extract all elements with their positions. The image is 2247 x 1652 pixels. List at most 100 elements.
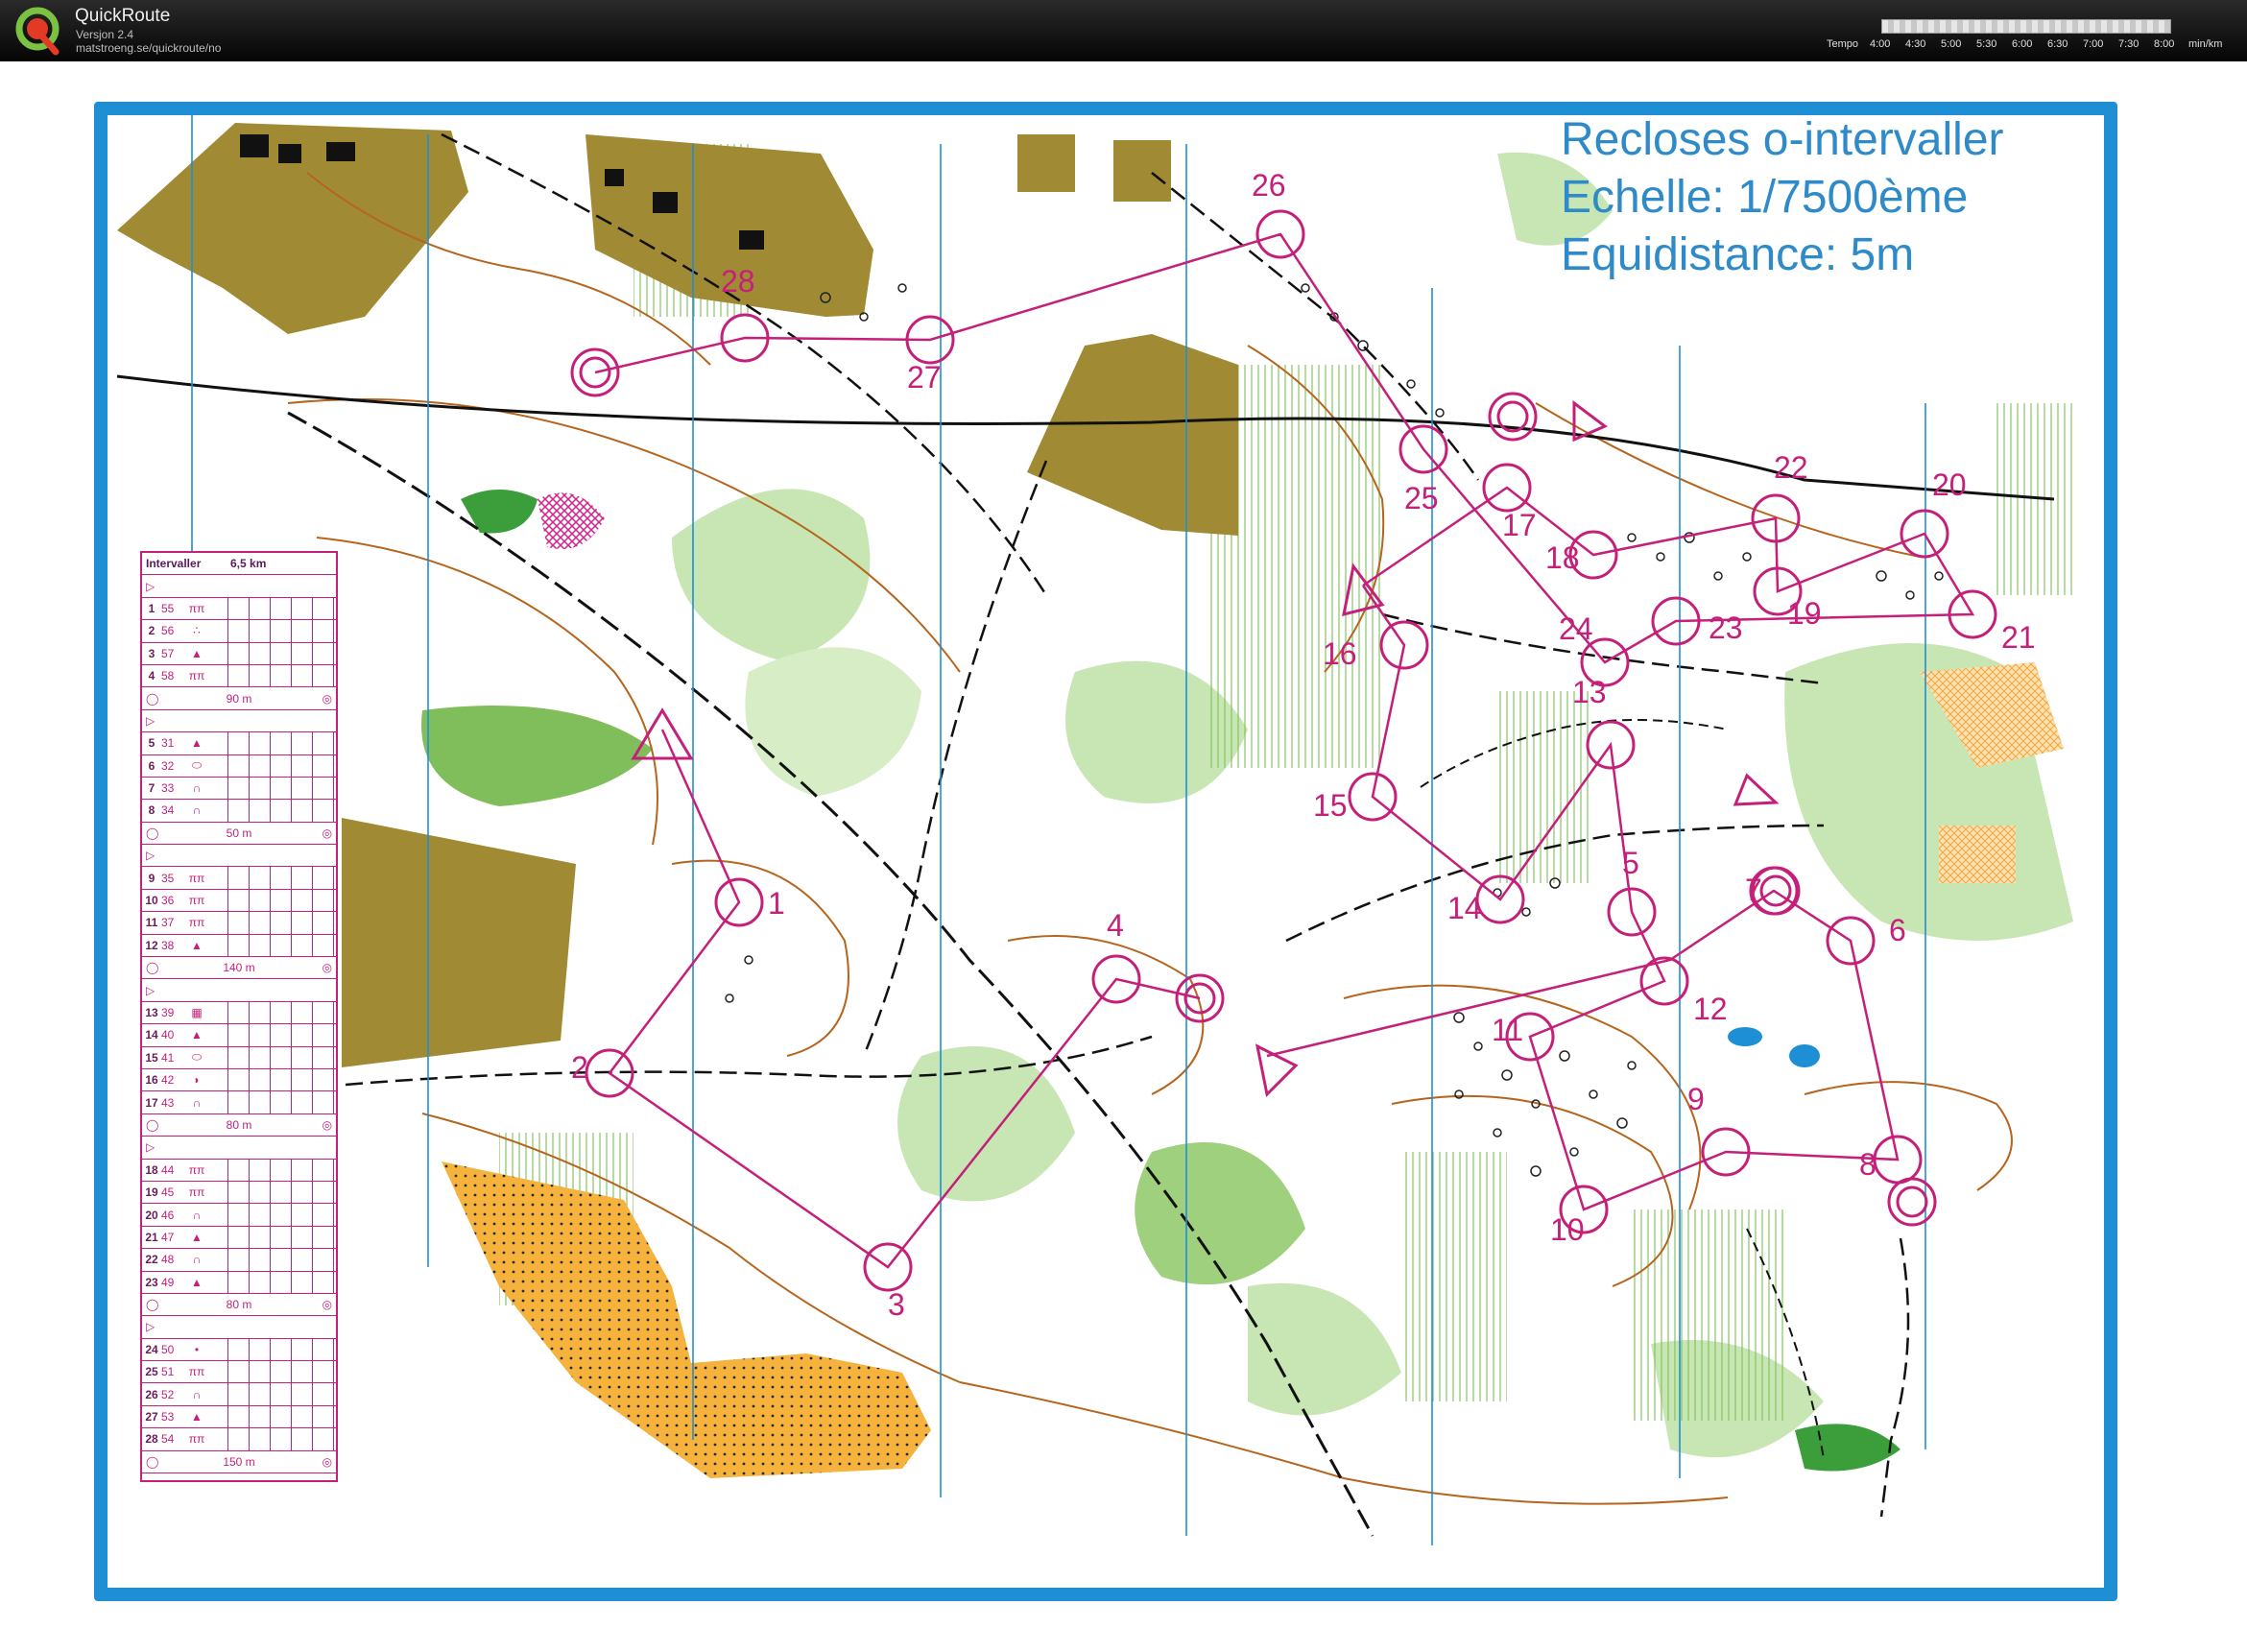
control-number-label: 14 — [1447, 891, 1482, 925]
knoll-symbol-icon: ∩ — [192, 1208, 202, 1222]
start-triangle-icon: ▷ — [146, 983, 155, 997]
map-title: Recloses o-intervaller Echelle: 1/7500èm… — [1561, 111, 2004, 284]
knoll-symbol-icon: ∩ — [192, 781, 202, 796]
control-code: 46 — [161, 1208, 175, 1222]
control-number-label: 15 — [1313, 788, 1348, 823]
control-number: 1 — [148, 601, 155, 615]
control-number-label: 8 — [1859, 1147, 1876, 1182]
control-number-label: 1 — [768, 886, 785, 921]
finish-distance-row: ◯ 140 m ◎ — [142, 957, 336, 980]
finish-icon: ◎ — [322, 1454, 332, 1469]
control-number: 20 — [145, 1208, 158, 1222]
app-header: QuickRoute Versjon 2.4 matstroeng.se/qui… — [0, 0, 2247, 61]
wall-symbol-icon: ππ — [188, 1162, 205, 1177]
control-number-label: 23 — [1709, 611, 1743, 645]
orienteering-map[interactable]: 1234567891011121314151617181920212223242… — [108, 115, 2104, 1588]
card-grid-cells — [207, 1181, 336, 1204]
control-code: 35 — [161, 871, 175, 885]
control-row: 22 48 ∩ — [142, 1249, 336, 1272]
control-number: 21 — [145, 1230, 158, 1244]
card-grid-cells — [207, 642, 336, 664]
finish-distance-row: ◯ 80 m ◎ — [142, 1114, 336, 1137]
control-number: 4 — [148, 669, 155, 683]
marked-route-icon: ◯ — [146, 961, 159, 975]
wall-symbol-icon: ππ — [188, 1185, 205, 1200]
card-grid-cells — [207, 1428, 336, 1450]
tempo-tick: 7:30 — [2118, 38, 2139, 50]
control-row: 13 39 ▦ — [142, 1001, 336, 1025]
control-code: 45 — [161, 1185, 175, 1200]
control-number-label: 2 — [571, 1050, 588, 1085]
control-row: 26 52 ∩ — [142, 1383, 336, 1406]
marked-route-icon: ◯ — [146, 1117, 159, 1132]
start-triangle-icon: ▷ — [146, 849, 155, 863]
start-triangle-icon: ▷ — [146, 579, 155, 593]
control-number: 7 — [148, 781, 155, 796]
control-row: 15 41 ⬭ — [142, 1046, 336, 1069]
card-grid-cells — [207, 1046, 336, 1068]
control-row: 27 53 ▲ — [142, 1405, 336, 1429]
boulder-symbol-icon: ▲ — [191, 1275, 203, 1289]
control-row: 9 35 ππ — [142, 867, 336, 890]
start-row: ▷ — [142, 1137, 336, 1160]
control-number: 15 — [145, 1050, 158, 1065]
finish-distance-row: ◯ 150 m ◎ — [142, 1451, 336, 1474]
control-number: 17 — [145, 1095, 158, 1110]
knoll-symbol-icon: ∩ — [192, 1095, 202, 1110]
leg-distance: 140 m — [223, 961, 255, 975]
control-number: 11 — [145, 916, 158, 930]
card-grid-cells — [207, 1271, 336, 1293]
control-row: 16 42 ◗ — [142, 1068, 336, 1092]
map-title-line: Recloses o-intervaller — [1561, 114, 2004, 165]
map-title-line: Echelle: 1/7500ème — [1561, 172, 1969, 223]
control-code: 34 — [161, 803, 175, 818]
boulder-symbol-icon: ▲ — [191, 1410, 203, 1425]
control-code: 57 — [161, 646, 175, 660]
start-row: ▷ — [142, 845, 336, 868]
dot-symbol-icon: • — [194, 1342, 200, 1356]
control-number: 16 — [145, 1073, 158, 1088]
leg-distance: 80 m — [226, 1298, 252, 1312]
control-number-label: 4 — [1107, 908, 1124, 943]
card-length: 6,5 km — [230, 557, 267, 571]
wall-symbol-icon: ππ — [188, 916, 205, 930]
control-code: 31 — [161, 736, 175, 751]
card-header: Intervaller 6,5 km — [142, 553, 336, 576]
knoll-symbol-icon: ∩ — [192, 1387, 202, 1401]
control-row: 17 43 ∩ — [142, 1091, 336, 1114]
control-number-label: 3 — [888, 1287, 905, 1322]
control-number-label: 19 — [1787, 596, 1822, 631]
start-row: ▷ — [142, 1316, 336, 1339]
half-symbol-icon: ◗ — [193, 1073, 201, 1088]
control-code: 42 — [161, 1073, 175, 1088]
control-row: 1 55 ππ — [142, 597, 336, 621]
control-row: 21 47 ▲ — [142, 1226, 336, 1250]
card-grid-cells — [207, 1226, 336, 1249]
control-number-label: 5 — [1622, 846, 1639, 880]
marked-route-icon: ◯ — [146, 1454, 159, 1469]
control-number: 23 — [145, 1275, 158, 1289]
control-code: 55 — [161, 601, 175, 615]
control-number-label: 16 — [1323, 636, 1357, 671]
control-code: 47 — [161, 1230, 175, 1244]
tempo-tick: 4:00 — [1870, 38, 1891, 50]
control-code: 54 — [161, 1432, 175, 1447]
tempo-tick: 6:30 — [2047, 38, 2068, 50]
tempo-tick: 7:00 — [2083, 38, 2104, 50]
dots-symbol-icon: ∴ — [193, 624, 201, 638]
marked-route-icon: ◯ — [146, 1298, 159, 1312]
control-row: 3 57 ▲ — [142, 642, 336, 665]
card-grid-cells — [207, 1204, 336, 1226]
control-number: 28 — [145, 1432, 158, 1447]
control-row: 5 31 ▲ — [142, 732, 336, 755]
control-code: 56 — [161, 624, 175, 638]
control-number: 22 — [145, 1253, 158, 1267]
control-code: 38 — [161, 938, 175, 952]
control-number-label: 10 — [1550, 1212, 1585, 1247]
finish-distance-row: ◯ 50 m ◎ — [142, 823, 336, 846]
control-number: 14 — [145, 1028, 158, 1042]
control-number: 19 — [145, 1185, 158, 1200]
control-number: 5 — [148, 736, 155, 751]
app-version: Versjon 2.4 — [76, 28, 134, 41]
quickroute-logo-icon — [15, 7, 60, 56]
